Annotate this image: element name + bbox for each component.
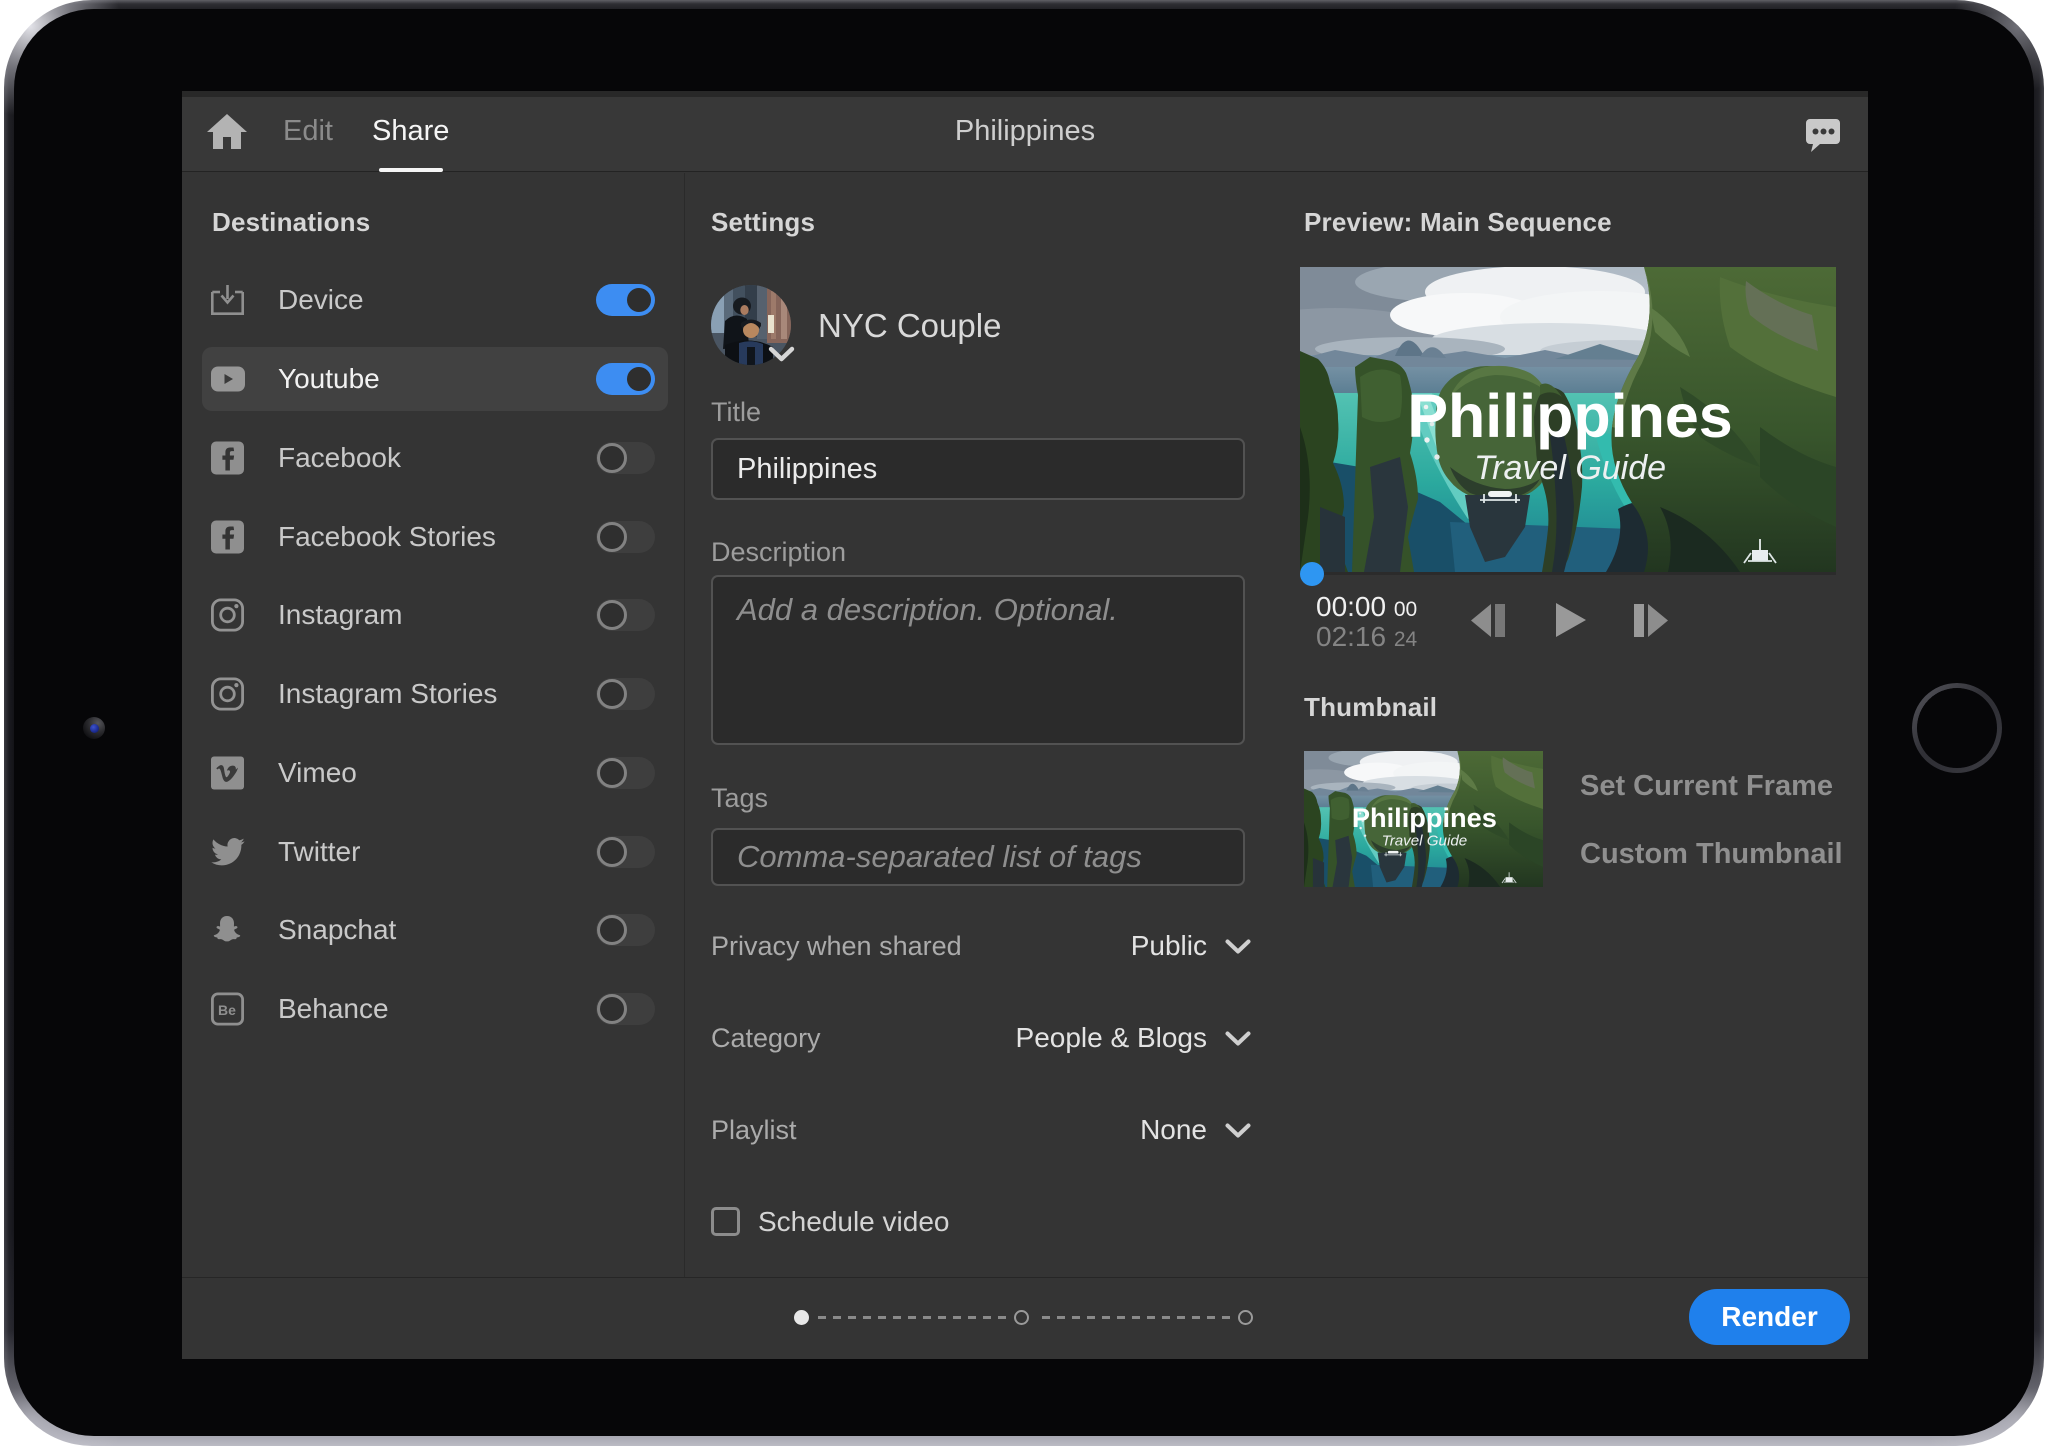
svg-text:Be: Be <box>218 1002 236 1018</box>
